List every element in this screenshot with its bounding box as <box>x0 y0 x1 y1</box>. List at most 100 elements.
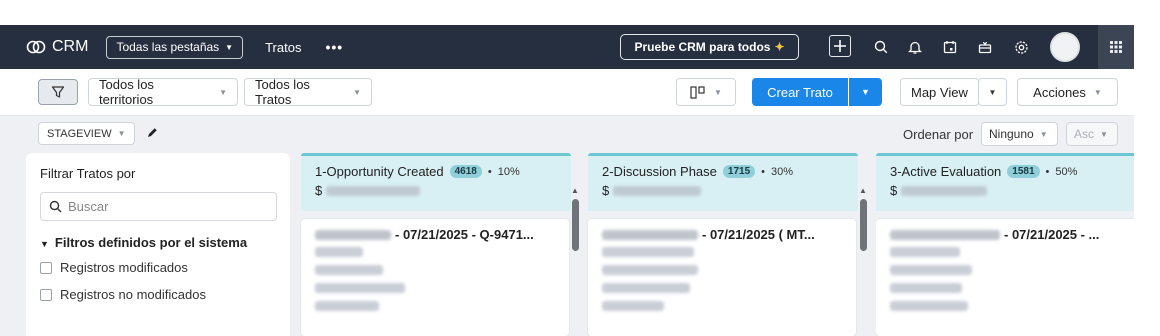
redacted-account <box>890 229 1000 240</box>
view-dropdown[interactable]: Todos los Tratos ▼ <box>244 77 372 107</box>
stage-title: 3-Active Evaluation 1581 • 50% <box>890 164 1077 179</box>
actions-label: Acciones <box>1033 84 1086 100</box>
create-deal-menu-button[interactable]: ▼ <box>849 78 882 106</box>
chevron-down-icon: ▼ <box>861 87 870 97</box>
deal-title-text: - 07/21/2025 - ... <box>1004 227 1100 242</box>
deal-card[interactable]: - 07/21/2025 ( MT... <box>588 219 856 336</box>
territory-dropdown[interactable]: Todos los territorios ▼ <box>88 77 238 107</box>
chevron-down-icon: ▼ <box>714 87 722 97</box>
stage-dot: • <box>761 165 765 178</box>
crm-window: CRM Todas las pestañas ▼ Tratos ••• Prue… <box>0 0 1160 336</box>
column-scrollbar[interactable]: ▲ <box>571 186 581 299</box>
stage-count-badge: 1715 <box>722 165 756 178</box>
more-tabs-icon[interactable]: ••• <box>325 39 343 55</box>
redacted-owner <box>315 283 405 293</box>
chevron-down-icon: ▼ <box>117 129 126 138</box>
stage-name: 3-Active Evaluation <box>890 164 1002 179</box>
redacted-owner <box>602 283 690 293</box>
bell-icon[interactable] <box>906 25 924 69</box>
deal-card-title[interactable]: - 07/21/2025 ( MT... <box>602 227 815 242</box>
stage-count-badge: 1581 <box>1007 165 1040 178</box>
scrollbar-thumb[interactable] <box>860 199 867 251</box>
chevron-down-icon: ▼ <box>1039 129 1048 139</box>
layout-switcher[interactable]: ▼ <box>676 78 736 106</box>
currency-symbol: $ <box>890 183 898 198</box>
trial-label: Pruebe CRM para todos <box>634 40 771 54</box>
map-view-button[interactable]: Map View <box>900 78 979 106</box>
crm-logo-icon <box>26 40 46 54</box>
redacted-contact <box>315 247 363 257</box>
checkbox[interactable] <box>40 261 52 274</box>
app-name: CRM <box>52 38 89 55</box>
sort-order-value: Asc <box>1074 127 1095 141</box>
filter-option-label: Registros modificados <box>60 260 188 275</box>
gift-icon[interactable] <box>976 25 994 69</box>
redacted-amount <box>613 185 702 196</box>
redacted-deal-amount <box>315 301 379 311</box>
column-scrollbar[interactable]: ▲ <box>859 186 869 299</box>
deal-card[interactable]: - 07/21/2025 - ... <box>876 219 1134 336</box>
redacted-account-name <box>890 265 972 275</box>
stage-name: 1-Opportunity Created <box>315 164 444 179</box>
scroll-up-icon[interactable]: ▲ <box>571 186 579 195</box>
sparkle-icon: ✦ <box>774 40 785 54</box>
trial-button[interactable]: Pruebe CRM para todos ✦ <box>620 34 799 60</box>
stage-probability: 50% <box>1055 165 1078 178</box>
currency-symbol: $ <box>315 183 323 198</box>
checkbox[interactable] <box>40 288 52 301</box>
map-view-menu-button[interactable]: ▼ <box>978 78 1007 106</box>
plus-icon[interactable] <box>829 35 851 57</box>
system-filters-toggle[interactable]: ▼ Filtros definidos por el sistema <box>40 235 247 250</box>
caret-down-icon: ▼ <box>40 239 49 249</box>
redacted-contact <box>890 247 960 257</box>
gear-icon[interactable] <box>1012 25 1030 69</box>
filter-option-label: Registros no modificados <box>60 287 206 302</box>
deal-title-text: - 07/21/2025 ( MT... <box>702 227 815 242</box>
chevron-down-icon: ▼ <box>219 87 227 97</box>
scroll-up-icon[interactable]: ▲ <box>859 186 867 195</box>
filter-option-modified[interactable]: Registros modificados <box>40 260 188 275</box>
redacted-contact <box>602 247 694 257</box>
stage-dot: • <box>1045 165 1050 178</box>
stage-dot: • <box>487 165 492 178</box>
stage-header: 1-Opportunity Created 4618 • 10% $ <box>301 153 571 211</box>
filter-option-unmodified[interactable]: Registros no modificados <box>40 287 206 302</box>
stage-probability: 10% <box>497 165 520 178</box>
chevron-down-icon: ▼ <box>988 87 997 97</box>
top-margin <box>0 0 1160 25</box>
stage-title: 2-Discussion Phase 1715 • 30% <box>602 164 793 179</box>
search-icon[interactable] <box>872 25 890 69</box>
stage-amount: $ <box>602 183 702 198</box>
grid-icon[interactable] <box>1098 25 1134 69</box>
calendar-icon[interactable] <box>941 25 959 69</box>
deal-title-text: - 07/21/2025 - Q-9471... <box>395 227 534 242</box>
chevron-down-icon: ▼ <box>353 87 361 97</box>
redacted-deal-amount <box>602 301 664 311</box>
search-icon <box>49 200 62 213</box>
all-tabs-dropdown[interactable]: Todas las pestañas ▼ <box>106 35 244 59</box>
sort-order-dropdown[interactable]: Asc ▼ <box>1066 122 1118 146</box>
pencil-icon[interactable] <box>146 126 159 144</box>
deal-card-title[interactable]: - 07/21/2025 - Q-9471... <box>315 227 534 242</box>
deal-card-title[interactable]: - 07/21/2025 - ... <box>890 227 1099 242</box>
sort-field-dropdown[interactable]: Ninguno ▼ <box>981 122 1058 146</box>
stageview-label: STAGEVIEW <box>47 127 112 140</box>
filter-toggle-button[interactable] <box>38 79 78 105</box>
stage-header: 3-Active Evaluation 1581 • 50% $ <box>876 153 1134 211</box>
deal-card[interactable]: - 07/21/2025 - Q-9471... <box>301 219 569 336</box>
deals-toolbar: Todos los territorios ▼ Todos los Tratos… <box>0 69 1134 116</box>
avatar[interactable] <box>1050 32 1080 62</box>
filter-search-input[interactable]: Buscar <box>40 192 277 221</box>
tab-tratos[interactable]: Tratos <box>265 25 301 69</box>
stageview-dropdown[interactable]: STAGEVIEW ▼ <box>38 122 135 145</box>
scrollbar-thumb[interactable] <box>572 199 579 251</box>
search-placeholder: Buscar <box>68 199 109 214</box>
chevron-down-icon: ▼ <box>1100 129 1108 139</box>
stage-header: 2-Discussion Phase 1715 • 30% $ <box>588 153 858 211</box>
create-deal-button[interactable]: Crear Trato <box>752 78 848 106</box>
currency-symbol: $ <box>602 183 610 198</box>
crm-logo[interactable]: CRM <box>26 38 88 56</box>
stage-name: 2-Discussion Phase <box>602 164 717 179</box>
chevron-down-icon: ▼ <box>1093 87 1102 97</box>
actions-dropdown[interactable]: Acciones ▼ <box>1017 78 1118 106</box>
